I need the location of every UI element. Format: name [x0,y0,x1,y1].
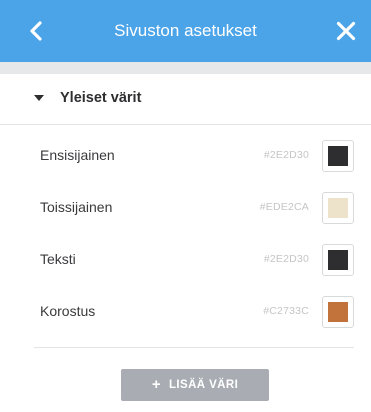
section-toggle-general-colors[interactable]: Yleiset värit [0,74,371,125]
color-hex-value: #C2733C [263,305,309,317]
color-hex-value: #2E2D30 [263,253,309,265]
color-swatch [328,198,348,218]
color-name: Korostus [40,303,96,319]
color-row-primary: Ensisijainen #2E2D30 [0,131,371,183]
add-color-button-label: LISÄÄ VÄRI [169,379,239,391]
close-icon[interactable] [335,20,357,42]
divider [34,347,354,348]
color-swatch-button[interactable] [322,192,354,224]
header-bar: Sivuston asetukset [0,0,371,62]
color-swatch [328,146,348,166]
color-swatch [328,250,348,270]
color-name: Teksti [40,251,76,267]
color-row-secondary: Toissijainen #EDE2CA [0,183,371,235]
plus-icon: + [151,376,161,393]
add-color-button[interactable]: + LISÄÄ VÄRI [121,369,269,401]
color-swatch-button[interactable] [322,140,354,172]
section-title: Yleiset värit [60,90,142,106]
color-row-accent: Korostus #C2733C [0,287,371,339]
color-name: Ensisijainen [40,147,115,163]
page-title: Sivuston asetukset [114,21,257,40]
caret-down-icon [34,95,44,101]
color-hex-value: #EDE2CA [259,201,309,213]
color-swatch [328,302,348,322]
color-swatch-button[interactable] [322,244,354,276]
color-hex-value: #2E2D30 [263,149,309,161]
color-name: Toissijainen [40,199,113,215]
color-row-text: Teksti #2E2D30 [0,235,371,287]
header-divider-strip [0,62,371,74]
color-swatch-button[interactable] [322,296,354,328]
